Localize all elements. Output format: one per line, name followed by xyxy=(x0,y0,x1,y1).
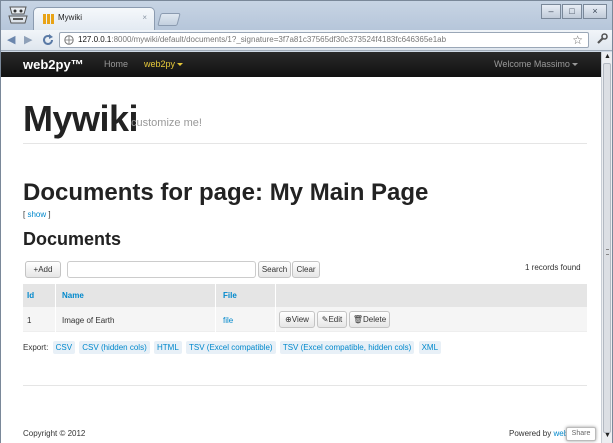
column-header-name[interactable]: Name xyxy=(62,291,84,300)
site-subtitle: customize me! xyxy=(131,117,202,129)
column-divider xyxy=(55,284,56,332)
export-csv-hidden-link[interactable]: CSV (hidden cols) xyxy=(79,341,150,354)
nav-home-link[interactable]: Home xyxy=(104,59,128,69)
column-divider xyxy=(215,284,216,332)
user-menu-label: Welcome Massimo xyxy=(494,59,570,69)
app-navbar: web2py™ Home web2py Welcome Massimo xyxy=(1,52,601,77)
footer-divider xyxy=(23,385,587,386)
tab-strip: Mywiki × – □ × xyxy=(1,1,612,30)
search-button[interactable]: Search xyxy=(258,261,291,278)
tab-title: Mywiki xyxy=(58,13,82,22)
vertical-scrollbar[interactable]: ▲ ▼ xyxy=(601,52,612,443)
url-host: 127.0.0.1 xyxy=(78,35,112,44)
address-bar[interactable]: 127.0.0.1:8000/mywiki/default/documents/… xyxy=(59,32,589,48)
column-header-file[interactable]: File xyxy=(223,291,237,300)
browser-toolbar: ◀ ▶ 127.0.0.1:8000/mywiki/default/docume… xyxy=(1,30,612,51)
tab-mywiki[interactable]: Mywiki × xyxy=(33,7,155,30)
share-button[interactable]: Share xyxy=(566,427,596,441)
export-tsv-hidden-link[interactable]: TSV (Excel compatible, hidden cols) xyxy=(279,341,415,354)
delete-label: Delete xyxy=(363,315,387,324)
show-bracket-close: ] xyxy=(46,210,51,219)
show-link[interactable]: show xyxy=(27,210,46,219)
brand-logo[interactable]: web2py™ xyxy=(23,57,84,72)
copyright: Copyright © 2012 xyxy=(23,429,86,438)
search-input[interactable] xyxy=(67,261,256,278)
close-window-button[interactable]: × xyxy=(583,4,607,19)
reload-icon[interactable] xyxy=(42,34,54,46)
add-button[interactable]: +Add xyxy=(25,261,61,278)
minimize-button[interactable]: – xyxy=(541,4,561,19)
edit-button[interactable]: ✎Edit xyxy=(317,311,347,328)
cell-id: 1 xyxy=(27,316,32,325)
view-label: View xyxy=(291,315,309,324)
nav-web2py-menu[interactable]: web2py xyxy=(144,59,184,69)
edit-label: Edit xyxy=(328,315,343,324)
scrollbar-grip xyxy=(606,249,609,255)
file-link[interactable]: file xyxy=(223,316,233,325)
export-bar: Export: CSV CSV (hidden cols) HTML TSV (… xyxy=(23,341,442,354)
caret-down-icon xyxy=(571,63,578,67)
table-header: Id Name File xyxy=(23,284,587,307)
powered-by: Powered by web xyxy=(509,429,568,438)
back-button[interactable]: ◀ xyxy=(7,34,15,46)
column-divider xyxy=(275,284,276,332)
clear-button[interactable]: Clear xyxy=(292,261,320,278)
page-title: Documents for page: My Main Page xyxy=(23,179,429,206)
export-tsv-link[interactable]: TSV (Excel compatible) xyxy=(186,341,276,354)
browser-logo-icon xyxy=(8,6,28,24)
divider xyxy=(23,143,587,144)
scrollbar-thumb[interactable] xyxy=(603,63,611,433)
view-button[interactable]: ⊕View xyxy=(279,311,315,328)
url-text: 127.0.0.1:8000/mywiki/default/documents/… xyxy=(78,35,446,44)
bookmark-star-icon[interactable]: ☆ xyxy=(572,33,583,47)
tab-close-icon[interactable]: × xyxy=(142,13,147,22)
user-menu[interactable]: Welcome Massimo xyxy=(494,59,578,69)
column-header-id[interactable]: Id xyxy=(27,291,34,300)
new-tab-button[interactable] xyxy=(157,13,181,26)
maximize-button[interactable]: □ xyxy=(562,4,582,19)
export-label: Export: xyxy=(23,343,49,352)
export-html-link[interactable]: HTML xyxy=(153,341,182,354)
show-toggle: [ show ] xyxy=(23,210,51,219)
url-path: :8000/mywiki/default/documents/1?_signat… xyxy=(111,35,447,44)
trash-icon: 🗑 xyxy=(352,315,364,324)
scroll-down-arrow-icon[interactable]: ▼ xyxy=(604,432,611,439)
web2py-favicon-icon xyxy=(43,14,54,24)
scroll-up-arrow-icon[interactable]: ▲ xyxy=(604,53,611,60)
table-row: 1 Image of Earth file ⊕View ✎Edit 🗑Delet… xyxy=(23,307,587,332)
section-heading: Documents xyxy=(23,229,122,249)
site-title: Mywiki xyxy=(23,98,139,139)
page-viewport: web2py™ Home web2py Welcome Massimo Mywi… xyxy=(1,52,601,443)
page-info-icon[interactable] xyxy=(64,35,74,45)
wrench-icon[interactable] xyxy=(596,33,608,45)
powered-by-label: Powered by xyxy=(509,429,554,438)
export-xml-link[interactable]: XML xyxy=(418,341,442,354)
magnifier-icon: ⊕ xyxy=(285,315,292,324)
export-csv-link[interactable]: CSV xyxy=(52,341,76,354)
browser-window: Mywiki × – □ × ◀ ▶ 127.0.0.1:8000/mywiki… xyxy=(0,0,613,443)
nav-web2py-label: web2py xyxy=(144,59,176,69)
caret-down-icon xyxy=(177,63,184,67)
cell-name: Image of Earth xyxy=(62,316,115,325)
delete-button[interactable]: 🗑Delete xyxy=(349,311,390,328)
forward-button[interactable]: ▶ xyxy=(24,34,32,46)
records-count: 1 records found xyxy=(525,263,581,272)
